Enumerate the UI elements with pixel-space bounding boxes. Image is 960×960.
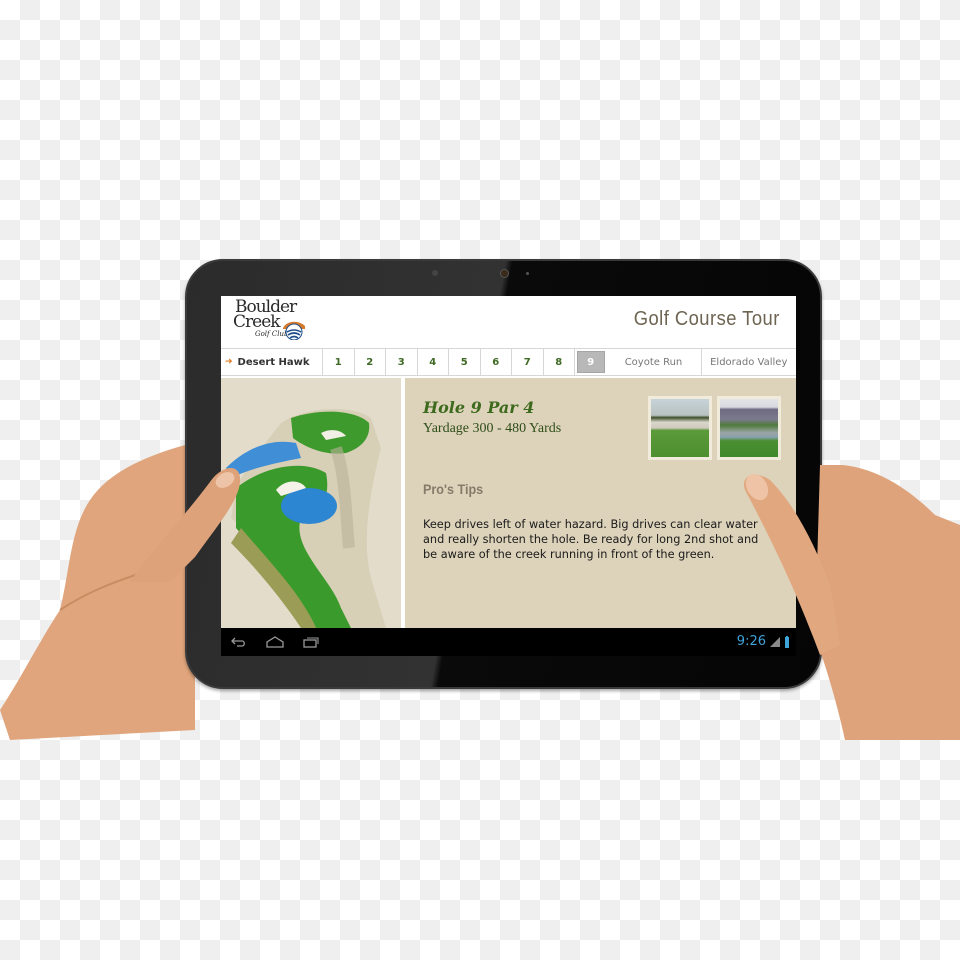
- hole-tab-6[interactable]: 6: [481, 349, 512, 375]
- hole-tab-2[interactable]: 2: [355, 349, 386, 375]
- photo-thumbnails: [648, 396, 781, 460]
- sensor-icon: [432, 270, 438, 276]
- tab-eldorado-valley[interactable]: Eldorado Valley: [702, 349, 797, 375]
- course-nav: ➜ Desert Hawk 1 2 3 4 5 6 7 8 9 Coyote R…: [221, 348, 796, 376]
- hole-tab-4[interactable]: 4: [418, 349, 449, 375]
- fairway-bunker-photo: [651, 399, 709, 457]
- hole-title: Hole 9 Par 4: [423, 398, 535, 417]
- pros-tips-heading: Pro's Tips: [423, 481, 484, 497]
- photo-thumbnail-2[interactable]: [717, 396, 781, 460]
- hole-tab-5[interactable]: 5: [449, 349, 481, 375]
- left-thumb: [130, 467, 241, 582]
- hole-yardage: Yardage 300 - 480 Yards: [423, 421, 562, 436]
- hole-tab-8[interactable]: 8: [544, 349, 575, 375]
- page-title: Golf Course Tour: [633, 308, 780, 330]
- system-nav-bar: 9:26: [221, 628, 796, 656]
- hole-tab-3[interactable]: 3: [386, 349, 418, 375]
- arrow-right-icon: ➜: [225, 357, 233, 367]
- light-sensor-icon: [526, 272, 529, 275]
- tab-coyote-run[interactable]: Coyote Run: [607, 349, 702, 375]
- camera-icon: [500, 269, 509, 278]
- home-icon[interactable]: [266, 636, 284, 648]
- pros-tips-text: Keep drives left of water hazard. Big dr…: [423, 518, 759, 561]
- tab-label: Desert Hawk: [237, 356, 310, 368]
- logo-emblem-icon: [283, 321, 305, 340]
- green-water-photo: [720, 399, 778, 457]
- app-header: Boulder Creek Golf Club Golf Course Tour: [221, 296, 796, 348]
- content-divider: [401, 378, 405, 628]
- recent-apps-icon[interactable]: [303, 636, 319, 648]
- tablet-screen: Boulder Creek Golf Club Golf Course Tour…: [221, 296, 796, 656]
- hole-tab-9-active[interactable]: 9: [577, 351, 605, 373]
- photo-thumbnail-1[interactable]: [648, 396, 712, 460]
- golf-app: Boulder Creek Golf Club Golf Course Tour…: [221, 296, 796, 628]
- hole-tab-1[interactable]: 1: [323, 349, 355, 375]
- tab-desert-hawk[interactable]: ➜ Desert Hawk: [221, 349, 323, 375]
- hole-content: Hole 9 Par 4 Yardage 300 - 480 Yards Pro…: [221, 378, 796, 628]
- hole-tab-7[interactable]: 7: [512, 349, 544, 375]
- hole-map[interactable]: [221, 378, 401, 628]
- right-hand: [744, 465, 960, 740]
- back-icon[interactable]: [231, 636, 247, 648]
